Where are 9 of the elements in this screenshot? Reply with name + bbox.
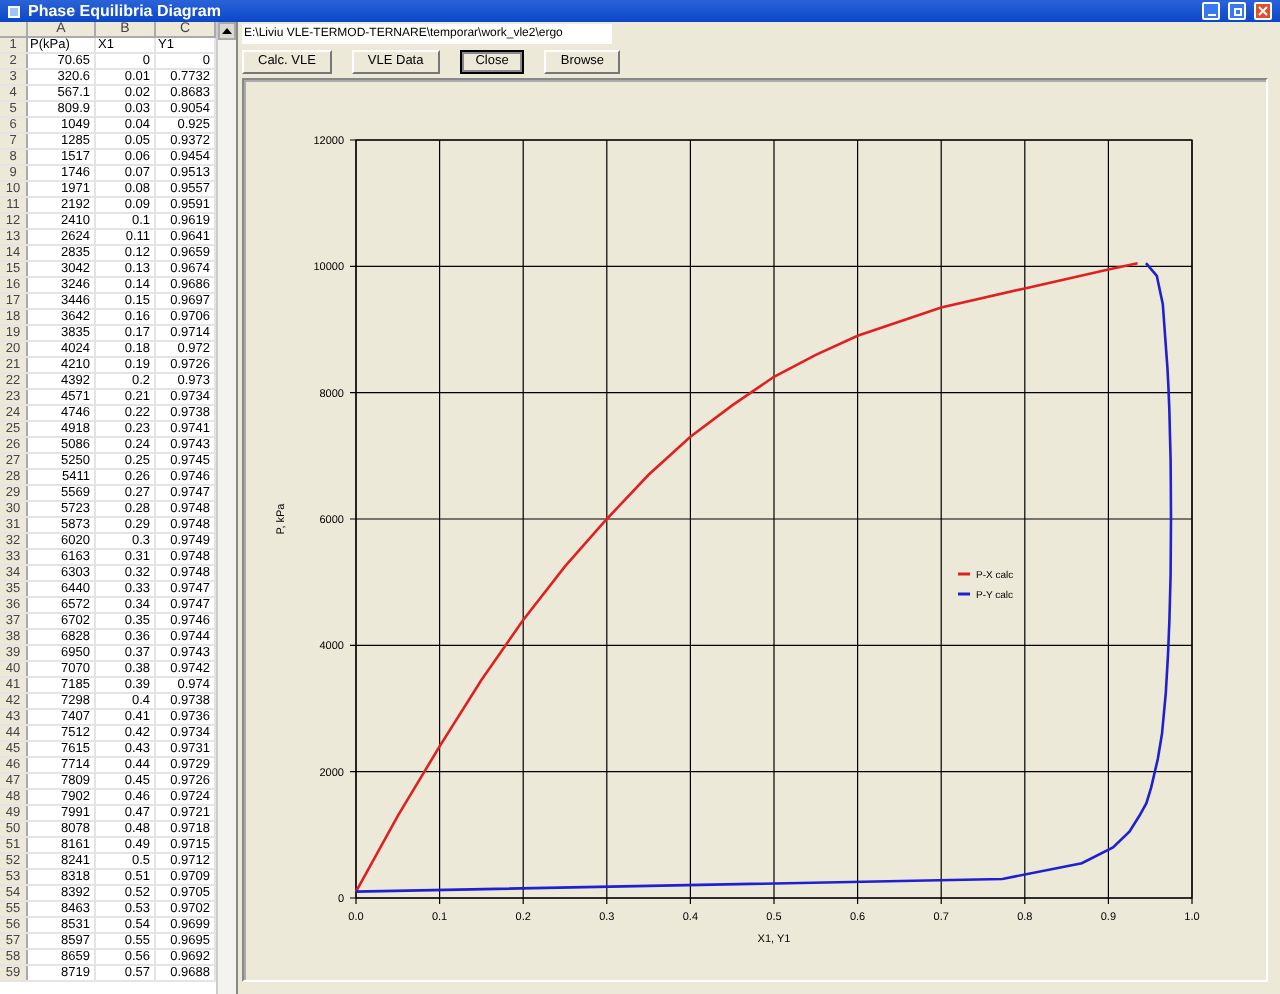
window-title: Phase Equilibria Diagram: [28, 1, 221, 21]
app-icon: [8, 5, 20, 17]
scroll-up-button[interactable]: [218, 22, 236, 40]
up-arrow-icon: [222, 28, 232, 34]
restore-button[interactable]: [1228, 2, 1246, 20]
vertical-scrollbar[interactable]: [216, 22, 236, 994]
minimize-button[interactable]: [1202, 2, 1220, 20]
close-button[interactable]: [1254, 2, 1272, 20]
close-icon: [1258, 6, 1268, 16]
